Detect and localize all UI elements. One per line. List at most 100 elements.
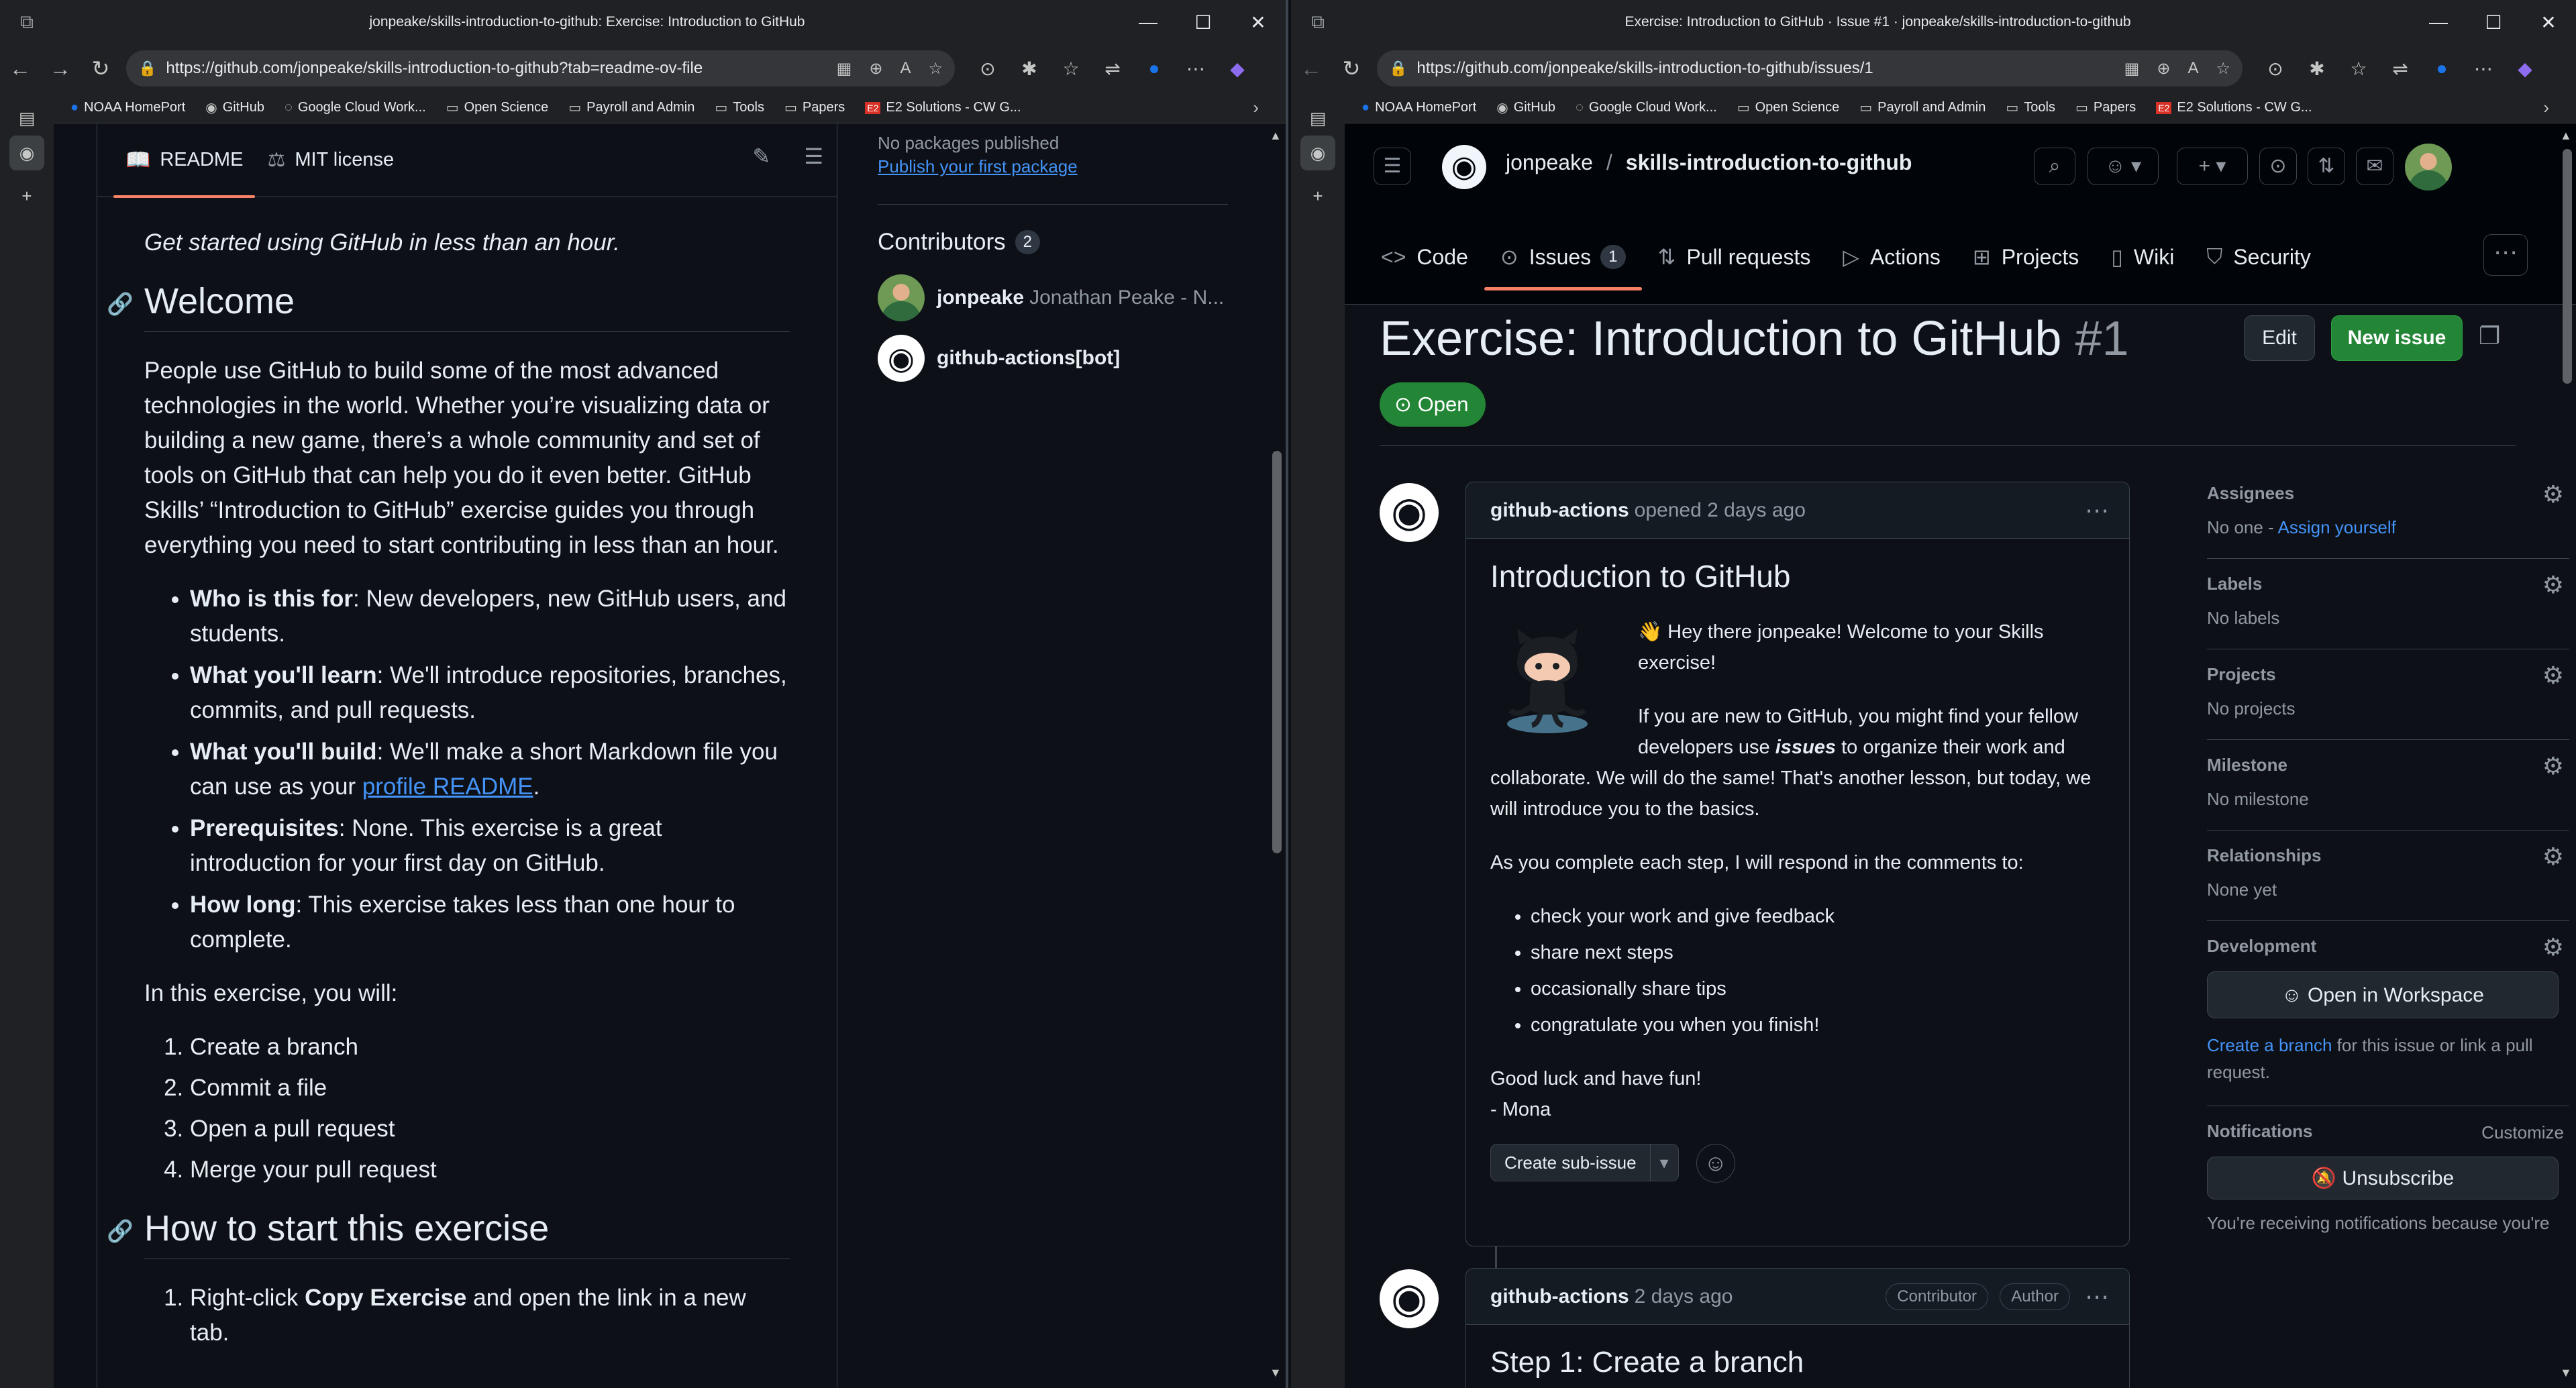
customize-link[interactable]: Customize <box>2481 1122 2564 1143</box>
link-icon[interactable]: 🔗 <box>107 282 134 326</box>
more-icon[interactable]: ⋯ <box>2463 58 2504 80</box>
scrollbar[interactable]: ▲ ▼ <box>2560 129 2572 1380</box>
back-button[interactable]: ← <box>0 56 40 81</box>
share-icon[interactable]: ⇌ <box>1092 58 1133 80</box>
tab-issues[interactable]: ⊙ Issues 1 <box>1484 223 1642 290</box>
more-icon[interactable]: ⋯ <box>1175 58 1217 80</box>
bookmark-papers[interactable]: ▭ Papers <box>784 99 845 116</box>
scroll-down-icon[interactable]: ▼ <box>1270 1366 1282 1380</box>
search-icon[interactable]: ⌕ <box>2034 148 2075 185</box>
more-tabs-icon[interactable]: ⋯ <box>2483 234 2528 276</box>
tab-readme[interactable]: 📖 README <box>113 123 256 198</box>
comment-menu-icon[interactable]: ⋯ <box>2085 496 2109 525</box>
tab-actions[interactable]: ▷ Actions <box>1826 223 1957 290</box>
tab-license[interactable]: ⚖ MIT license <box>255 123 406 197</box>
unsubscribe-button[interactable]: 🔕 Unsubscribe <box>2207 1157 2559 1199</box>
noaa-extension-icon[interactable]: ● <box>2421 58 2463 79</box>
scroll-up-icon[interactable]: ▲ <box>2560 129 2572 143</box>
scroll-up-icon[interactable]: ▲ <box>1270 129 1282 143</box>
gear-icon[interactable]: ⚙ <box>2542 571 2564 599</box>
maximize-button[interactable]: ☐ <box>1176 11 1231 34</box>
github-actions-avatar[interactable]: ◉ <box>1380 483 1439 542</box>
new-issue-button[interactable]: New issue <box>2331 315 2463 361</box>
owner-link[interactable]: jonpeake <box>1506 150 1593 174</box>
favorites-icon[interactable]: ☆ <box>1050 58 1092 80</box>
bookmark-google-cloud[interactable]: ◌ Google Cloud Work... <box>1576 100 1717 115</box>
outline-list-icon[interactable]: ☰ <box>804 144 823 169</box>
bookmark-tools[interactable]: ▭ Tools <box>715 99 764 116</box>
issues-icon[interactable]: ⊙ <box>2259 148 2297 185</box>
favorite-icon[interactable]: ☆ <box>928 59 943 78</box>
noaa-extension-icon[interactable]: ● <box>1133 58 1175 79</box>
refresh-button[interactable]: ↻ <box>1331 56 1372 81</box>
bookmark-papers[interactable]: ▭ Papers <box>2075 99 2136 116</box>
tab-pull-requests[interactable]: ⇅ Pull requests <box>1642 223 1827 290</box>
chevron-down-icon[interactable]: ▾ <box>1651 1147 1678 1178</box>
favorites-icon[interactable]: ☆ <box>2338 58 2379 80</box>
extension-icon[interactable]: ⊙ <box>967 58 1009 80</box>
bookmark-e2[interactable]: E2 E2 Solutions - CW G... <box>865 100 1021 115</box>
bookmark-tools[interactable]: ▭ Tools <box>2006 99 2055 116</box>
gear-icon[interactable]: ⚙ <box>2542 480 2564 509</box>
minimize-button[interactable]: — <box>2411 11 2466 33</box>
workspaces-icon[interactable]: ⧉ <box>0 11 54 34</box>
open-in-workspace-button[interactable]: ☺ Open in Workspace <box>2207 971 2559 1018</box>
edit-button[interactable]: Edit <box>2244 315 2315 361</box>
inbox-icon[interactable]: ✉ <box>2356 148 2393 185</box>
scrollbar-thumb[interactable] <box>2563 149 2572 384</box>
tab-actions-icon[interactable]: ▤ <box>9 101 44 136</box>
bookmark-open-science[interactable]: ▭ Open Science <box>1737 99 1840 116</box>
refresh-button[interactable]: ↻ <box>81 56 121 81</box>
close-button[interactable]: ✕ <box>1231 11 1286 34</box>
tab-security[interactable]: ⛉ Security <box>2190 223 2327 290</box>
bookmarks-more-icon[interactable]: › <box>2543 97 2549 118</box>
edit-pencil-icon[interactable]: ✎ <box>753 144 771 169</box>
copilot-dropdown-icon[interactable]: ☺ ▾ <box>2088 148 2159 185</box>
share-icon[interactable]: ⇌ <box>2379 58 2421 80</box>
zoom-icon[interactable]: ⊕ <box>2157 59 2170 78</box>
github-logo-icon[interactable]: ◉ <box>1442 145 1486 189</box>
bookmark-noaa[interactable]: ● NOAA HomePort <box>70 100 185 115</box>
extensions-icon[interactable]: ✱ <box>1009 58 1050 80</box>
copilot-icon[interactable]: ◆ <box>1217 58 1258 80</box>
bookmarks-more-icon[interactable]: › <box>1253 97 1259 118</box>
workspaces-icon[interactable]: ⧉ <box>1291 11 1345 34</box>
tab-wiki[interactable]: ▯ Wiki <box>2095 223 2190 290</box>
close-button[interactable]: ✕ <box>2521 11 2576 34</box>
bookmark-github[interactable]: ◉ GitHub <box>1496 99 1555 116</box>
forward-button[interactable]: → <box>40 56 81 81</box>
extension-icon[interactable]: ⊙ <box>2255 58 2296 80</box>
bookmark-payroll[interactable]: ▭ Payroll and Admin <box>568 99 694 116</box>
comment-author[interactable]: github-actions <box>1490 499 1629 522</box>
tab-projects[interactable]: ⊞ Projects <box>1957 223 2095 290</box>
scroll-down-icon[interactable]: ▼ <box>2560 1366 2572 1380</box>
gear-icon[interactable]: ⚙ <box>2542 933 2564 961</box>
tab-github[interactable]: ◉ <box>1300 136 1335 170</box>
gear-icon[interactable]: ⚙ <box>2542 752 2564 780</box>
new-tab-icon[interactable]: + <box>1300 178 1335 213</box>
tab-github[interactable]: ◉ <box>9 136 44 170</box>
comment-menu-icon[interactable]: ⋯ <box>2085 1283 2109 1311</box>
reader-icon[interactable]: ▦ <box>2124 59 2140 78</box>
bookmark-e2[interactable]: E2 E2 Solutions - CW G... <box>2156 100 2312 115</box>
publish-package-link[interactable]: Publish your first package <box>878 156 1253 177</box>
reader-icon[interactable]: ▦ <box>837 59 852 78</box>
repo-link[interactable]: skills-introduction-to-github <box>1626 150 1912 174</box>
gear-icon[interactable]: ⚙ <box>2542 843 2564 871</box>
link-icon[interactable]: 🔗 <box>107 1209 134 1253</box>
read-aloud-icon[interactable]: A <box>2187 59 2198 78</box>
scrollbar-thumb[interactable] <box>1272 451 1282 853</box>
github-actions-avatar[interactable]: ◉ <box>1380 1269 1439 1328</box>
new-tab-icon[interactable]: + <box>9 178 44 213</box>
back-button[interactable]: ← <box>1291 56 1331 81</box>
comment-author[interactable]: github-actions <box>1490 1285 1629 1308</box>
create-sub-issue-button[interactable]: Create sub-issue ▾ <box>1490 1144 1679 1181</box>
copy-link-icon[interactable]: ❐ <box>2479 322 2500 350</box>
bookmark-payroll[interactable]: ▭ Payroll and Admin <box>1859 99 1986 116</box>
hamburger-menu-icon[interactable]: ☰ <box>1374 148 1411 185</box>
scrollbar[interactable]: ▲ ▼ <box>1270 129 1282 1380</box>
tab-actions-icon[interactable]: ▤ <box>1300 101 1335 136</box>
profile-readme-link[interactable]: profile README <box>362 773 533 800</box>
zoom-icon[interactable]: ⊕ <box>869 59 882 78</box>
read-aloud-icon[interactable]: A <box>900 59 911 78</box>
